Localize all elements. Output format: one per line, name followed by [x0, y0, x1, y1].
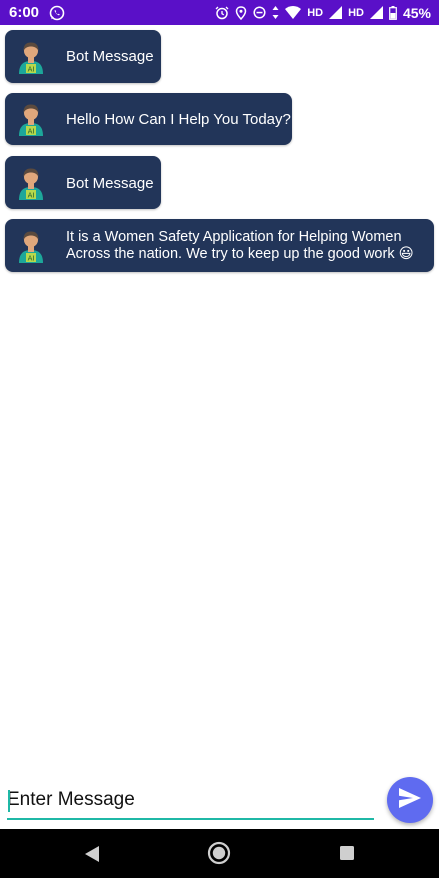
alarm-icon [215, 6, 229, 20]
message-text: It is a Women Safety Application for Hel… [66, 229, 414, 262]
network-type-label: HD [348, 6, 364, 19]
svg-text:AI: AI [28, 66, 35, 74]
bot-avatar-icon: AI [15, 229, 47, 263]
location-icon [235, 5, 247, 20]
signal-icon [369, 6, 383, 19]
bot-message-bubble: AI Hello How Can I Help You Today? [5, 93, 292, 145]
bot-avatar-icon: AI [15, 166, 47, 200]
send-button[interactable] [387, 777, 433, 823]
back-icon[interactable] [84, 845, 100, 868]
svg-text:AI: AI [28, 192, 35, 200]
message-input-container[interactable] [7, 784, 374, 820]
send-icon [398, 787, 422, 814]
battery-icon [389, 5, 397, 20]
network-type-label: HD [307, 6, 324, 19]
status-time: 6:00 [9, 4, 40, 21]
recents-icon[interactable] [339, 845, 355, 866]
signal-icon [329, 6, 343, 19]
message-input[interactable] [7, 784, 367, 816]
data-arrows-icon [272, 6, 279, 19]
bot-message-bubble: AI It is a Women Safety Application for … [5, 219, 434, 272]
text-cursor [8, 790, 10, 812]
bot-avatar-icon: AI [15, 40, 47, 74]
bot-message-bubble: AI Bot Message [5, 156, 161, 209]
bot-avatar-icon: AI [15, 102, 47, 136]
whatsapp-icon [49, 5, 65, 21]
message-text: Bot Message [66, 48, 154, 65]
wifi-icon [285, 6, 302, 19]
battery-percent: 45% [402, 4, 431, 21]
system-nav-bar [0, 829, 439, 878]
bot-message-bubble: AI Bot Message [5, 30, 161, 83]
dnd-icon [253, 6, 266, 19]
message-text: Bot Message [66, 175, 154, 192]
svg-text:AI: AI [28, 255, 35, 263]
message-text: Hello How Can I Help You Today? [66, 111, 291, 128]
svg-text:AI: AI [28, 128, 35, 136]
home-icon[interactable] [207, 841, 231, 870]
status-bar: 6:00 HD HD 45% [0, 0, 439, 25]
